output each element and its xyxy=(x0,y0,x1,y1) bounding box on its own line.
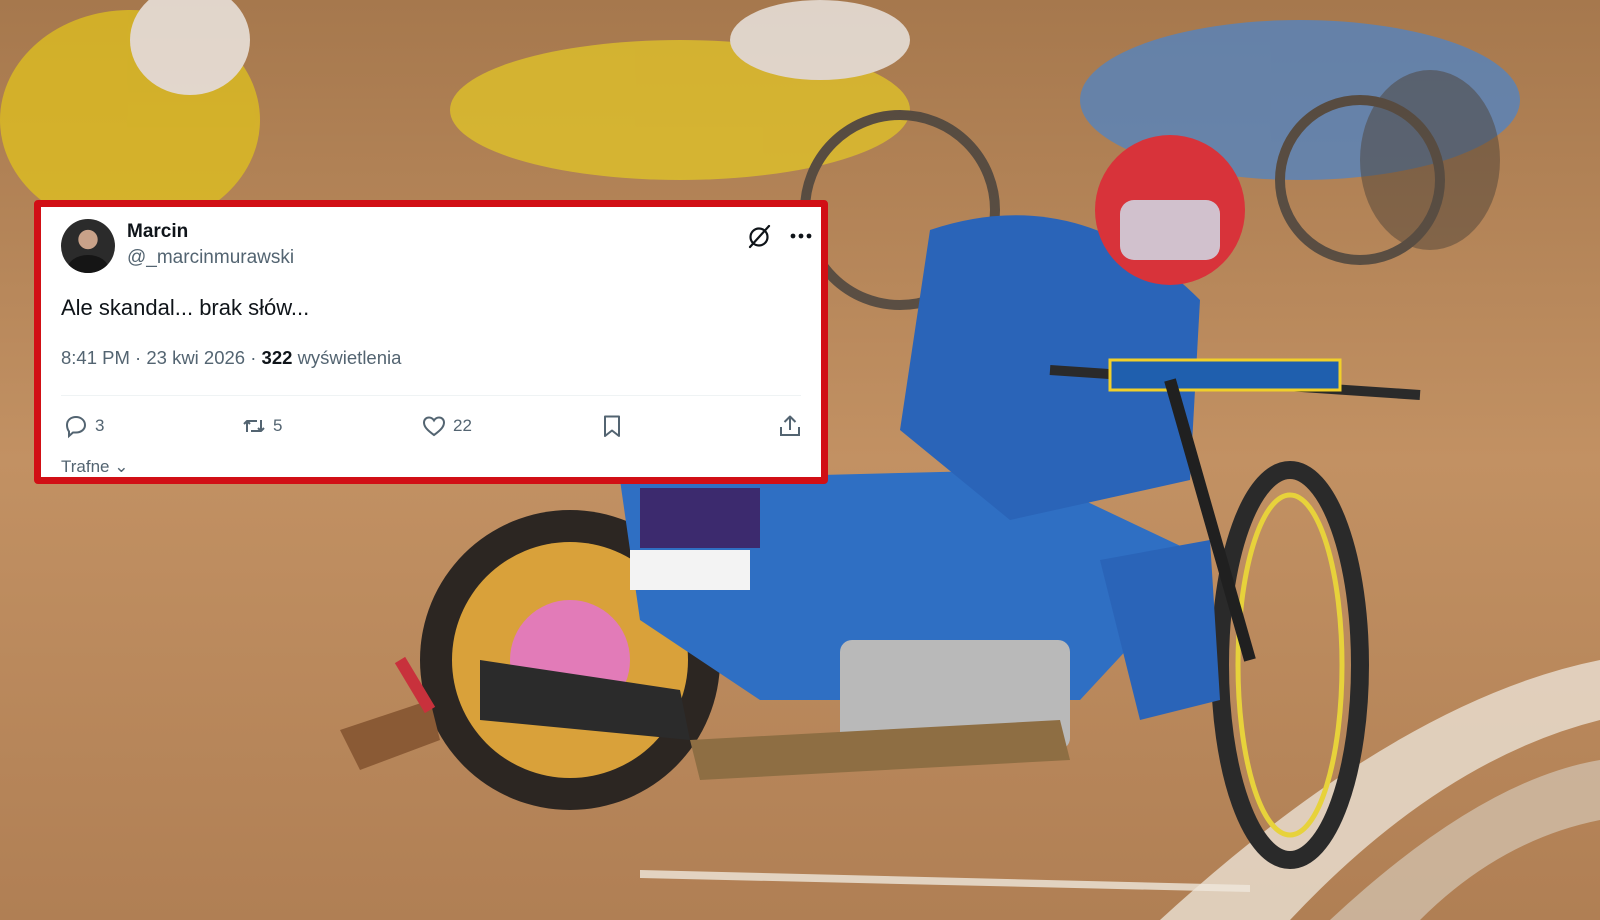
like-button[interactable]: 22 xyxy=(421,413,472,439)
views-count: 322 xyxy=(261,347,293,368)
meta-separator: · xyxy=(250,347,257,368)
bookmark-button[interactable] xyxy=(599,413,625,439)
retweet-icon xyxy=(243,420,265,432)
retweet-count: 5 xyxy=(273,416,283,435)
views-label: wyświetlenia xyxy=(297,347,402,368)
tweet-time[interactable]: 8:41 PM xyxy=(61,347,130,368)
display-name[interactable]: Marcin xyxy=(127,221,188,243)
avatar[interactable] xyxy=(61,219,115,273)
reply-count: 3 xyxy=(95,416,105,435)
share-button[interactable] xyxy=(777,413,803,439)
tweet-date[interactable]: 23 kwi 2026 xyxy=(146,347,245,368)
replies-sort-dropdown[interactable]: Trafne ⌄ xyxy=(61,457,129,477)
divider xyxy=(61,395,801,396)
user-handle[interactable]: @_marcinmurawski xyxy=(127,247,294,269)
tweet-actions: 3 5 22 xyxy=(61,413,811,443)
share-icon xyxy=(780,415,800,436)
tweet-text: Ale skandal... brak słów... xyxy=(61,295,310,320)
reply-icon xyxy=(65,415,87,439)
more-icon[interactable] xyxy=(786,221,816,251)
retweet-button[interactable]: 5 xyxy=(241,413,282,439)
reply-button[interactable]: 3 xyxy=(63,413,104,439)
sort-label: Trafne xyxy=(61,457,110,476)
tweet-card: Marcin @_marcinmurawski Ale skandal... b… xyxy=(34,200,828,484)
bookmark-icon xyxy=(604,415,620,437)
like-icon xyxy=(422,416,446,437)
like-count: 22 xyxy=(453,416,472,435)
tweet-meta: 8:41 PM · 23 kwi 2026 · 322 wyświetlenia xyxy=(61,347,401,369)
meta-separator: · xyxy=(135,347,142,368)
grok-icon[interactable] xyxy=(746,223,772,249)
chevron-down-icon: ⌄ xyxy=(114,457,129,476)
